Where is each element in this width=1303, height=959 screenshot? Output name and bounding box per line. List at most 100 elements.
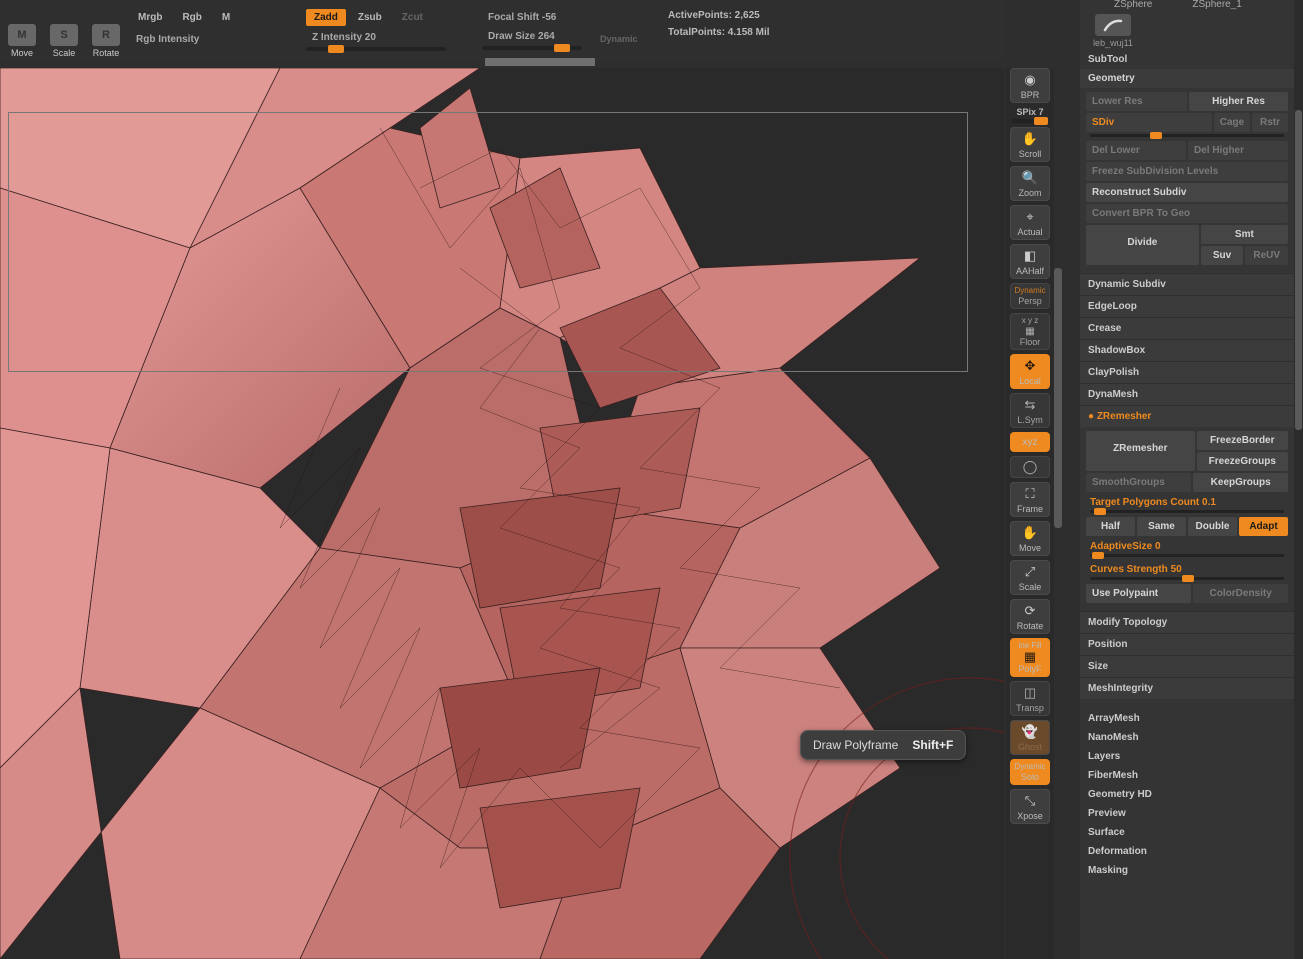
bpr-button[interactable]: ◉ BPR bbox=[1010, 68, 1050, 103]
geometryhd-section[interactable]: Geometry HD bbox=[1080, 785, 1294, 804]
scroll-button[interactable]: ✋Scroll bbox=[1010, 127, 1050, 162]
lsym-button[interactable]: ⇆L.Sym bbox=[1010, 393, 1050, 428]
lasso-button[interactable]: ◯ bbox=[1010, 456, 1050, 478]
shadowbox-accordion[interactable]: ShadowBox bbox=[1080, 339, 1294, 361]
aahalf-button[interactable]: ◧AAHalf bbox=[1010, 244, 1050, 279]
ghost-button[interactable]: 👻Ghost bbox=[1010, 720, 1050, 755]
quickbar-scrollbar[interactable] bbox=[1054, 68, 1062, 959]
rotate-tool-button[interactable]: R Rotate bbox=[88, 4, 124, 60]
scale-view-button[interactable]: ⤢Scale bbox=[1010, 560, 1050, 595]
curves-strength-slider[interactable] bbox=[1090, 577, 1284, 580]
smt-button[interactable]: Smt bbox=[1201, 225, 1288, 244]
reconstruct-subdiv-button[interactable]: Reconstruct Subdiv bbox=[1086, 183, 1288, 202]
viewport-canvas[interactable] bbox=[0, 68, 1004, 959]
sdiv-slider[interactable]: SDiv bbox=[1086, 113, 1212, 132]
dynamic-toggle[interactable]: Dynamic bbox=[592, 31, 646, 47]
persp-label: Persp bbox=[1018, 296, 1042, 306]
layers-section[interactable]: Layers bbox=[1080, 747, 1294, 766]
m-toggle[interactable]: M bbox=[214, 9, 238, 26]
smooth-groups-button[interactable]: SmoothGroups bbox=[1086, 473, 1191, 492]
xpose-button[interactable]: ⤡Xpose bbox=[1010, 789, 1050, 824]
size-accordion[interactable]: Size bbox=[1080, 655, 1294, 677]
zoom-button[interactable]: 🔍Zoom bbox=[1010, 166, 1050, 201]
same-button[interactable]: Same bbox=[1137, 517, 1186, 536]
surface-section[interactable]: Surface bbox=[1080, 823, 1294, 842]
convert-bpr-button[interactable]: Convert BPR To Geo bbox=[1086, 204, 1288, 223]
nanomesh-section[interactable]: NanoMesh bbox=[1080, 728, 1294, 747]
position-accordion[interactable]: Position bbox=[1080, 633, 1294, 655]
tool-tabs: ZSphere ZSphere_1 bbox=[1080, 0, 1294, 12]
dynamesh-accordion[interactable]: DynaMesh bbox=[1080, 383, 1294, 405]
polyf-button[interactable]: ine Fill▦PolyF bbox=[1010, 638, 1050, 677]
color-density-button[interactable]: ColorDensity bbox=[1193, 584, 1288, 603]
zcut-toggle[interactable]: Zcut bbox=[394, 9, 431, 26]
target-polys-slider[interactable] bbox=[1090, 510, 1284, 513]
deformation-section[interactable]: Deformation bbox=[1080, 842, 1294, 861]
rstr-button[interactable]: Rstr bbox=[1252, 113, 1288, 132]
draw-size-label: Draw Size 264 bbox=[482, 29, 582, 44]
crease-accordion[interactable]: Crease bbox=[1080, 317, 1294, 339]
rgb-intensity-slider[interactable]: Rgb Intensity bbox=[130, 32, 205, 47]
arraymesh-section[interactable]: ArrayMesh bbox=[1080, 709, 1294, 728]
keep-groups-button[interactable]: KeepGroups bbox=[1193, 473, 1288, 492]
zadd-toggle[interactable]: Zadd bbox=[306, 9, 346, 26]
scale-view-icon: ⤢ bbox=[1019, 563, 1041, 581]
cage-button[interactable]: Cage bbox=[1214, 113, 1250, 132]
lower-res-button[interactable]: Lower Res bbox=[1086, 92, 1187, 111]
adaptive-size-slider[interactable] bbox=[1090, 554, 1284, 557]
sdiv-track[interactable] bbox=[1090, 134, 1284, 137]
dynamic-subdiv-accordion[interactable]: Dynamic Subdiv bbox=[1080, 273, 1294, 295]
draw-size-slider[interactable] bbox=[482, 46, 582, 50]
use-polypaint-button[interactable]: Use Polypaint bbox=[1086, 584, 1191, 603]
tool-tab-zsphere[interactable]: ZSphere bbox=[1114, 0, 1152, 10]
freeze-subdiv-button[interactable]: Freeze SubDivision Levels bbox=[1086, 162, 1288, 181]
panel-scrollbar[interactable] bbox=[1294, 0, 1303, 959]
xyz-button[interactable]: xyz bbox=[1010, 432, 1050, 452]
zremesher-accordion[interactable]: ● ZRemesher bbox=[1080, 405, 1294, 427]
move-view-button[interactable]: ✋Move bbox=[1010, 521, 1050, 556]
move-tool-button[interactable]: M Move bbox=[4, 4, 40, 60]
spix-slider[interactable]: SPix 7 bbox=[1010, 107, 1050, 123]
modify-topology-accordion[interactable]: Modify Topology bbox=[1080, 611, 1294, 633]
navigator-bar[interactable] bbox=[485, 58, 595, 66]
del-lower-button[interactable]: Del Lower bbox=[1086, 141, 1186, 160]
half-button[interactable]: Half bbox=[1086, 517, 1135, 536]
scale-tool-button[interactable]: S Scale bbox=[46, 4, 82, 60]
subtool-section-header[interactable]: SubTool bbox=[1080, 50, 1294, 69]
xyz-label: xyz bbox=[1023, 437, 1038, 448]
tool-tab-zsphere1[interactable]: ZSphere_1 bbox=[1192, 0, 1241, 10]
floor-button[interactable]: x y z▦Floor bbox=[1010, 313, 1050, 350]
masking-section[interactable]: Masking bbox=[1080, 861, 1294, 880]
viewport-frame-guide bbox=[8, 112, 968, 372]
zsub-toggle[interactable]: Zsub bbox=[350, 9, 390, 26]
preview-section[interactable]: Preview bbox=[1080, 804, 1294, 823]
persp-button[interactable]: DynamicPersp bbox=[1010, 283, 1050, 309]
mesh-integrity-accordion[interactable]: MeshIntegrity bbox=[1080, 677, 1294, 699]
fibermesh-section[interactable]: FiberMesh bbox=[1080, 766, 1294, 785]
rgb-toggle[interactable]: Rgb bbox=[174, 9, 209, 26]
local-button[interactable]: ✥Local bbox=[1010, 354, 1050, 389]
frame-button[interactable]: ⛶Frame bbox=[1010, 482, 1050, 517]
freeze-border-button[interactable]: FreezeBorder bbox=[1197, 431, 1288, 450]
divide-button[interactable]: Divide bbox=[1086, 225, 1199, 265]
edgeloop-accordion[interactable]: EdgeLoop bbox=[1080, 295, 1294, 317]
current-tool-preview[interactable]: leb_wuj11 bbox=[1086, 14, 1140, 48]
adapt-button[interactable]: Adapt bbox=[1239, 517, 1288, 536]
zremesher-button[interactable]: ZRemesher bbox=[1086, 431, 1195, 471]
del-higher-button[interactable]: Del Higher bbox=[1188, 141, 1288, 160]
claypolish-accordion[interactable]: ClayPolish bbox=[1080, 361, 1294, 383]
transp-button[interactable]: ◫Transp bbox=[1010, 681, 1050, 716]
suv-button[interactable]: Suv bbox=[1201, 246, 1244, 265]
z-intensity-slider[interactable] bbox=[306, 47, 446, 51]
freeze-groups-button[interactable]: FreezeGroups bbox=[1197, 452, 1288, 471]
double-button[interactable]: Double bbox=[1188, 517, 1237, 536]
mrgb-toggle[interactable]: Mrgb bbox=[130, 9, 170, 26]
geometry-section-header[interactable]: Geometry bbox=[1080, 69, 1294, 88]
actual-button[interactable]: ⌖Actual bbox=[1010, 205, 1050, 240]
higher-res-button[interactable]: Higher Res bbox=[1189, 92, 1288, 111]
reuv-button[interactable]: ReUV bbox=[1245, 246, 1288, 265]
solo-button[interactable]: DynamicSolo bbox=[1010, 759, 1050, 785]
rotate-view-button[interactable]: ⟳Rotate bbox=[1010, 599, 1050, 634]
current-tool-name: leb_wuj11 bbox=[1093, 38, 1133, 48]
solo-label: Solo bbox=[1021, 772, 1039, 782]
